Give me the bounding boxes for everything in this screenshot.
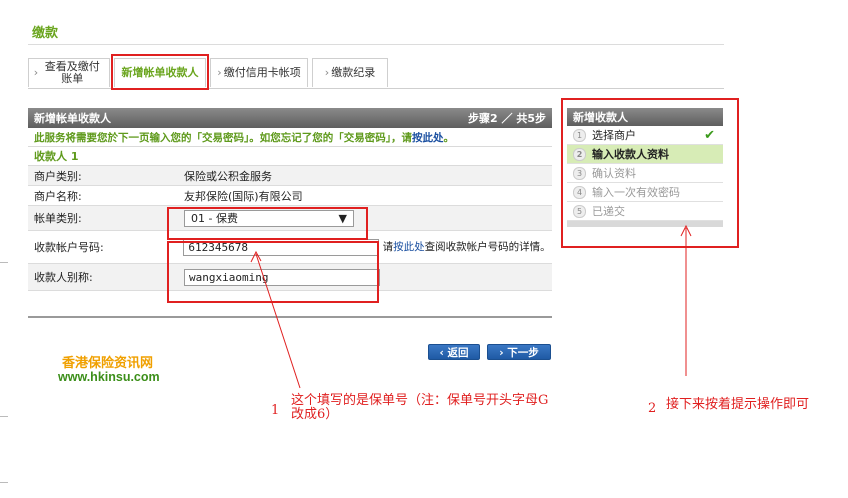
edge-tick <box>0 482 8 483</box>
edge-tick <box>0 262 8 263</box>
arrow-line-1 <box>255 253 301 389</box>
annotation-2-text: 接下来按着提示操作即可 <box>666 397 810 412</box>
annotation-arrows <box>250 224 692 389</box>
annotation-1-text: 这个填写的是保单号（注：保单号开头字母G改成6） <box>291 393 549 422</box>
edge-tick <box>0 416 8 417</box>
arrow-head-1 <box>250 250 262 263</box>
annotation-2-number: 2 <box>648 401 657 416</box>
annotation-1-number: 1 <box>271 403 280 418</box>
